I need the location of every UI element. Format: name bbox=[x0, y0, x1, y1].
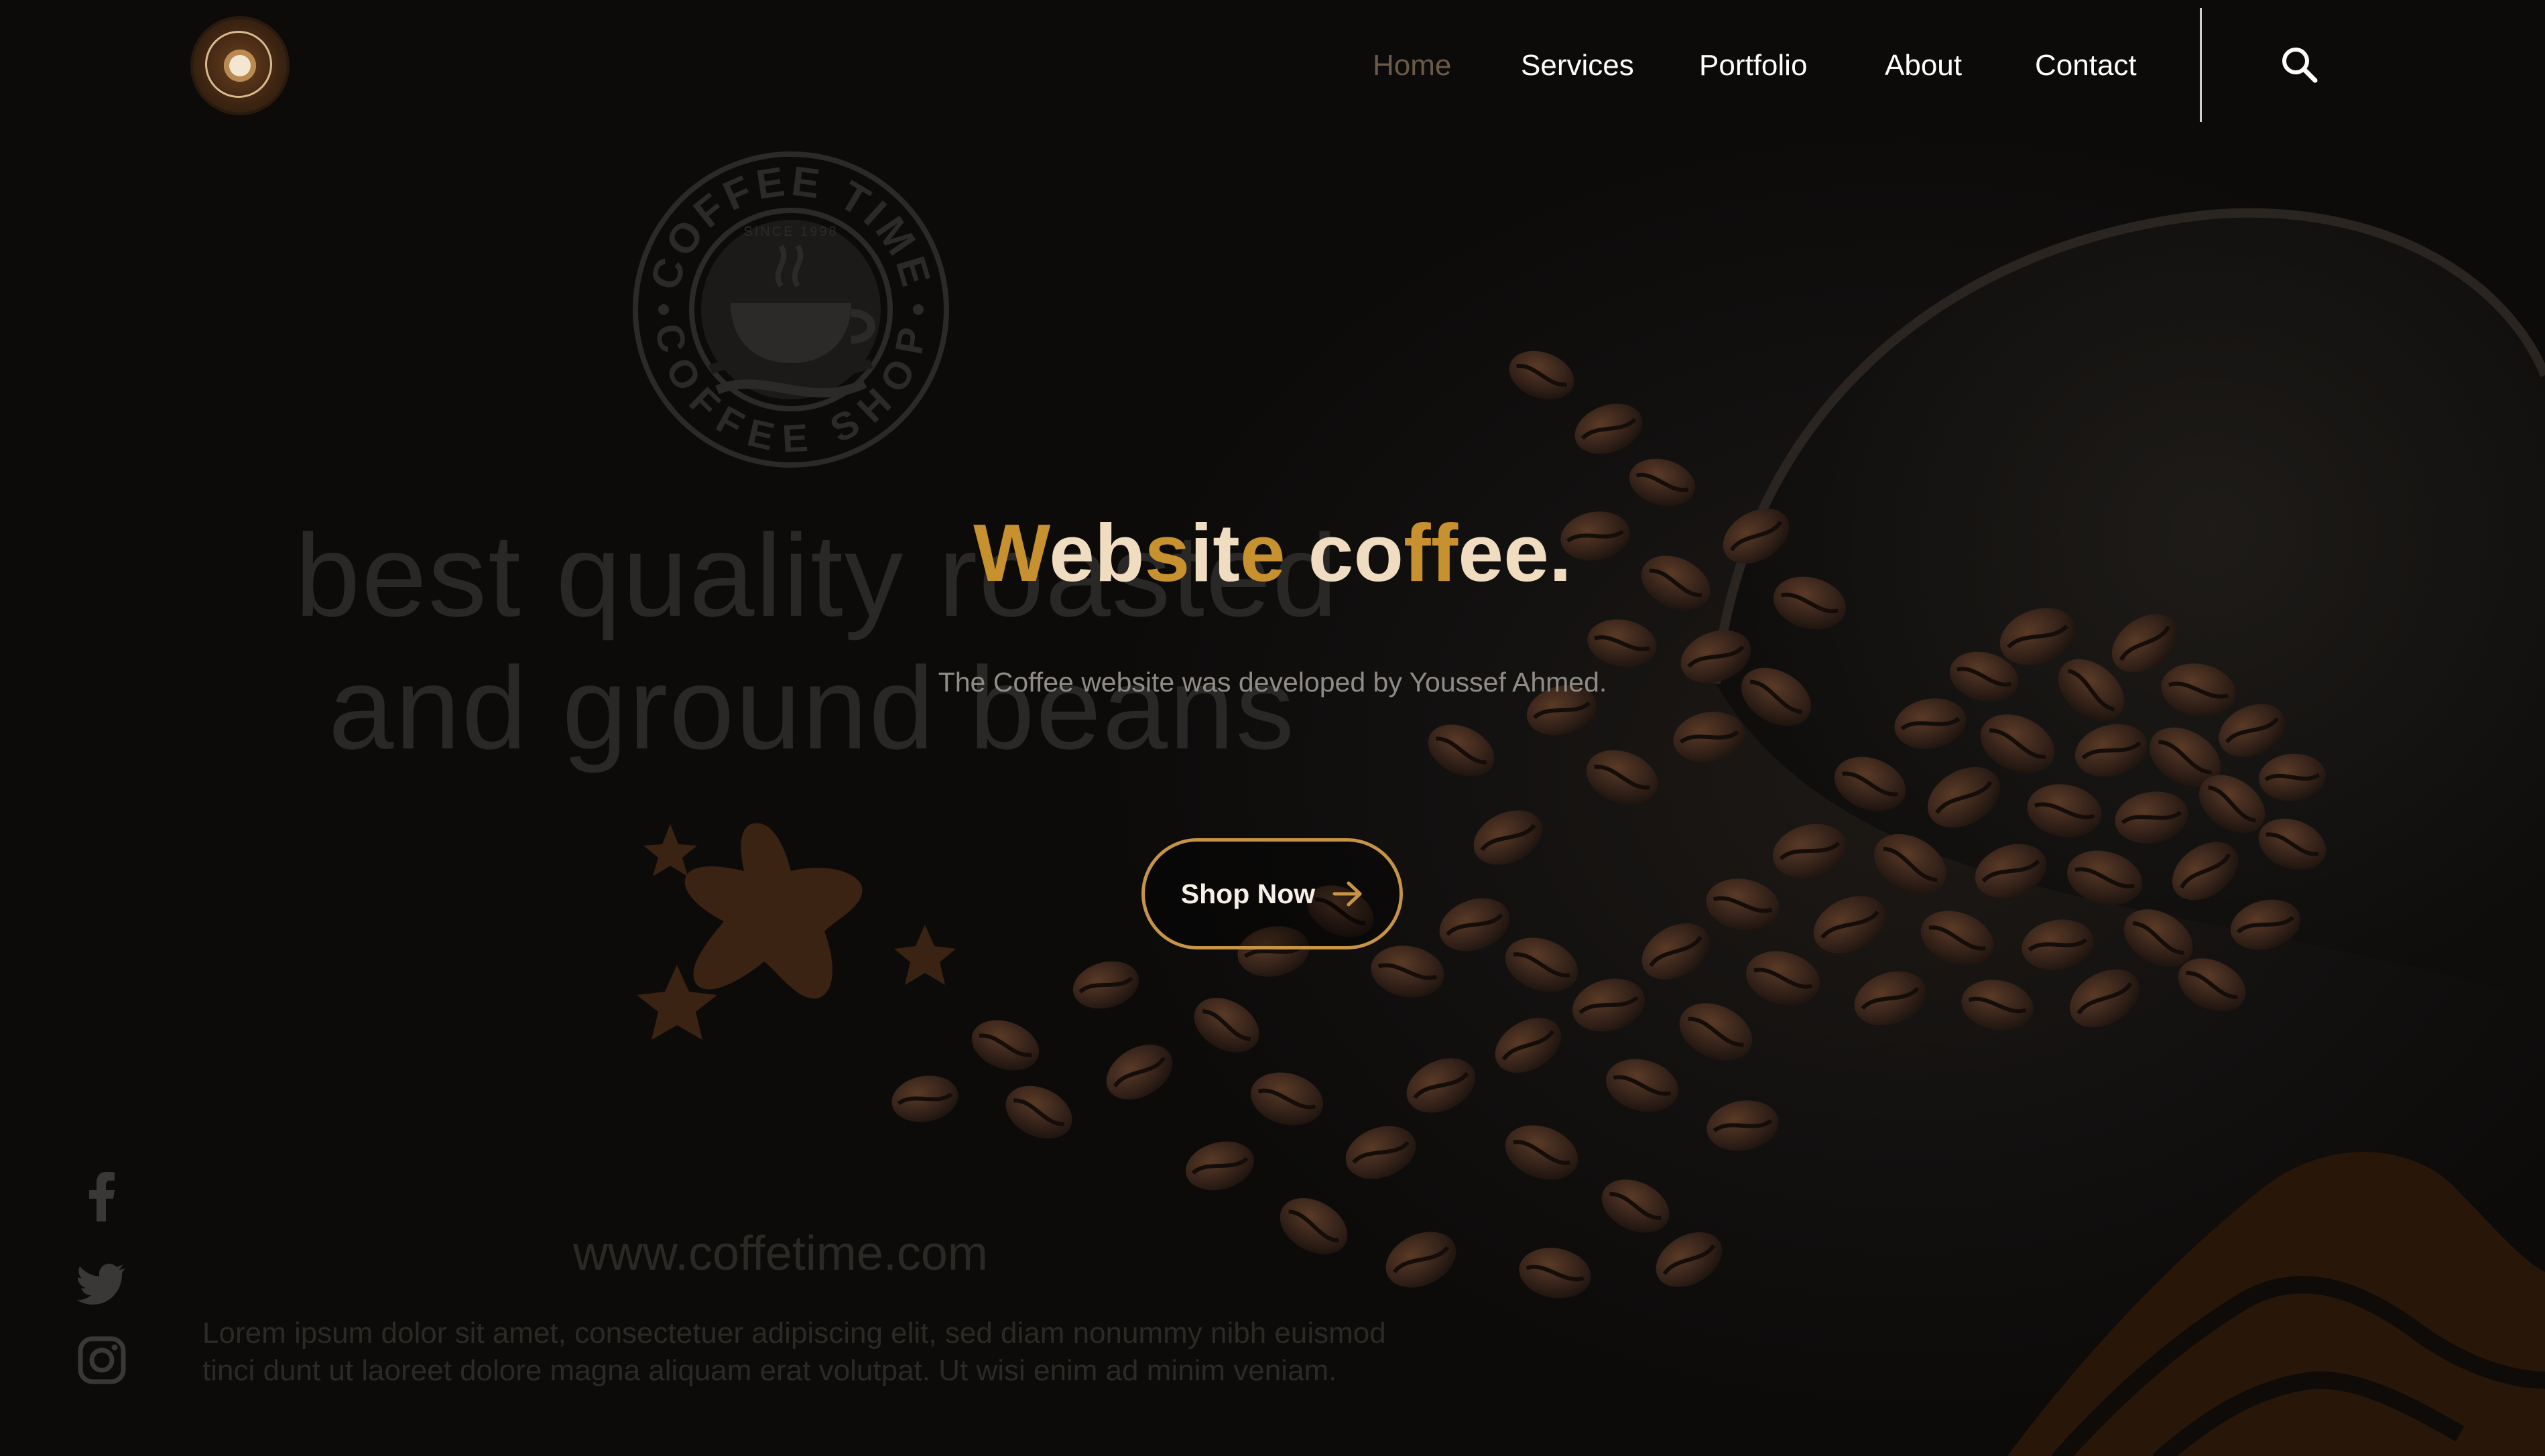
coffee-bean bbox=[2069, 969, 2140, 1028]
coffee-bean bbox=[1280, 1198, 1348, 1254]
shop-now-button[interactable]: Shop Now bbox=[1141, 838, 1403, 949]
twitter-icon[interactable] bbox=[75, 1256, 129, 1310]
coffee-bean bbox=[1772, 823, 1847, 878]
coffee-bean bbox=[1745, 951, 1820, 1006]
coffee-bean bbox=[1005, 1085, 1072, 1139]
coffee-bean bbox=[1428, 724, 1495, 777]
nav-item-about[interactable]: About bbox=[1885, 42, 1962, 90]
coffee-bean bbox=[1601, 1179, 1670, 1233]
search-icon[interactable] bbox=[2279, 44, 2319, 84]
hero-title-part: it bbox=[1190, 507, 1240, 598]
coffee-bean bbox=[1406, 1058, 1476, 1113]
coffee-bean bbox=[1519, 1248, 1591, 1299]
background-tagline-line2: and ground beans bbox=[328, 643, 1296, 774]
nav-item-home[interactable]: Home bbox=[1373, 42, 1451, 90]
coffee-bean bbox=[1656, 1232, 1723, 1287]
coffee-bean bbox=[1250, 1072, 1324, 1126]
coffee-bean bbox=[1072, 961, 1139, 1009]
decorative-stars-graphic bbox=[637, 823, 956, 1040]
coffee-bean bbox=[1345, 1126, 1416, 1179]
coffee-bean bbox=[1385, 1232, 1456, 1288]
coffee-bean bbox=[1505, 1125, 1578, 1180]
facebook-icon[interactable] bbox=[75, 1169, 129, 1223]
nav-item-services[interactable]: Services bbox=[1521, 42, 1634, 90]
coffee-bean bbox=[1574, 403, 1643, 454]
stamp-since-text: SINCE 1998 bbox=[743, 224, 838, 239]
hero-title-part: co bbox=[1285, 507, 1404, 598]
background-website-url: www.coffetime.com bbox=[573, 1227, 988, 1280]
hero-title-part: s bbox=[1144, 507, 1190, 598]
coffee-bean bbox=[1439, 898, 1510, 951]
coffee-bean bbox=[1495, 1018, 1562, 1073]
coffee-bean bbox=[1706, 878, 1780, 931]
hero-title-part: e bbox=[1239, 507, 1286, 598]
coffee-bean bbox=[1961, 980, 2034, 1031]
hero-title-part: eb bbox=[1049, 507, 1145, 598]
hero-title-part: W bbox=[973, 507, 1050, 598]
hero-title: Website coffee. bbox=[0, 496, 2545, 610]
nav-divider bbox=[2200, 8, 2202, 122]
coffee-bean bbox=[1509, 350, 1574, 400]
coffee-bean bbox=[1106, 1045, 1173, 1100]
background-lorem-line1: Lorem ipsum dolor sit amet, consectetuer… bbox=[202, 1317, 1386, 1349]
hero-title-part: ee. bbox=[1458, 507, 1572, 598]
coffee-bean bbox=[1920, 911, 1994, 966]
coffee-bean bbox=[1572, 978, 1646, 1032]
coffee-bean bbox=[1371, 945, 1444, 998]
decorative-wave-graphic bbox=[2007, 1152, 2545, 1456]
brand-logo[interactable] bbox=[193, 19, 287, 113]
coffee-bean bbox=[1586, 750, 1658, 805]
coffee-shop-stamp-graphic: COFFEE TIME COFFEE SHOP SINCE 1998 bbox=[633, 151, 949, 468]
coffee-bean bbox=[1605, 1059, 1679, 1112]
coffee-cup-logo-icon bbox=[224, 50, 256, 82]
background-lorem-line2: tinci dunt ut laoreet dolore magna aliqu… bbox=[202, 1354, 1337, 1387]
nav-item-contact[interactable]: Contact bbox=[2035, 42, 2137, 90]
hero-subtitle: The Coffee website was developed by Yous… bbox=[938, 667, 1607, 698]
instagram-icon[interactable] bbox=[75, 1333, 129, 1387]
coffee-bean bbox=[1587, 619, 1657, 667]
coffee-bean bbox=[1194, 998, 1259, 1053]
coffee-bean bbox=[1505, 937, 1578, 992]
coffee-bean bbox=[1473, 810, 1543, 865]
nav-item-portfolio[interactable]: Portfolio bbox=[1699, 42, 1807, 90]
coffee-bean bbox=[1185, 1141, 1255, 1191]
background-lorem-text: Lorem ipsum dolor sit amet, consectetuer… bbox=[202, 1315, 1409, 1390]
coffee-bean bbox=[1641, 923, 1710, 980]
coffee-bean bbox=[1673, 712, 1745, 763]
coffee-bean bbox=[1706, 1100, 1779, 1151]
shop-now-label: Shop Now bbox=[1180, 878, 1316, 909]
hero-title-part: ff bbox=[1403, 507, 1458, 598]
coffee-bean bbox=[1854, 971, 1926, 1026]
coffee-bean bbox=[2022, 919, 2094, 970]
coffee-bean bbox=[1813, 896, 1887, 953]
coffee-bean bbox=[1679, 1003, 1753, 1061]
landing-page: COFFEE TIME COFFEE SHOP SINCE 1998 best … bbox=[0, 0, 2545, 1456]
arrow-right-icon bbox=[1332, 881, 1362, 907]
